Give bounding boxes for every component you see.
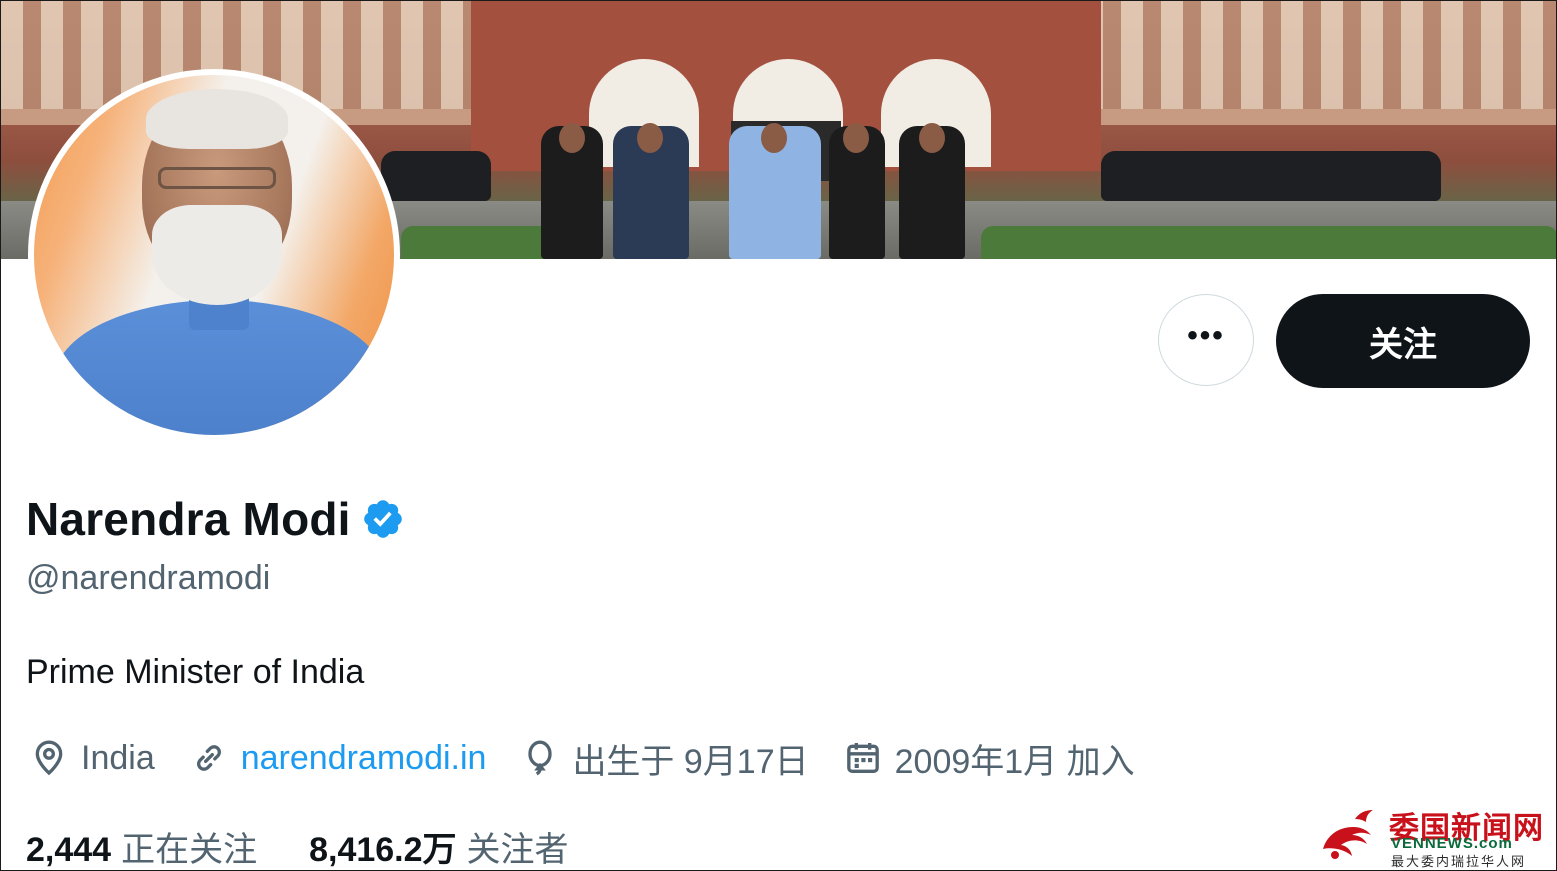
profile-handle: @narendramodi bbox=[26, 559, 271, 597]
follow-button[interactable]: 关注 bbox=[1276, 294, 1530, 388]
location-text: India bbox=[81, 738, 155, 777]
watermark-domain: VENNEWS.com bbox=[1391, 835, 1513, 852]
display-name: Narendra Modi bbox=[26, 493, 351, 545]
more-dots-icon: ••• bbox=[1187, 319, 1225, 352]
profile-bio: Prime Minister of India bbox=[26, 653, 365, 691]
birthday-item: 出生于 9月17日 bbox=[520, 734, 809, 783]
vennews-watermark: 委国新闻网 VENNEWS.com 最大委内瑞拉华人网 bbox=[1315, 801, 1555, 870]
followers-label: 关注者 bbox=[466, 830, 569, 869]
website-item[interactable]: narendramodi.in bbox=[189, 738, 487, 778]
verified-badge-icon[interactable] bbox=[361, 497, 405, 541]
map-pin-icon bbox=[35, 740, 63, 776]
link-icon bbox=[196, 745, 221, 771]
joined-item: 2009年1月 加入 bbox=[843, 734, 1135, 783]
followers-count: 8,416.2万 bbox=[309, 830, 457, 869]
followers-stat[interactable]: 8,416.2万 关注者 bbox=[309, 822, 568, 871]
location-item: India bbox=[29, 738, 155, 778]
calendar-icon bbox=[846, 743, 879, 773]
following-stat[interactable]: 2,444 正在关注 bbox=[26, 822, 257, 871]
watermark-subtitle: 最大委内瑞拉华人网 bbox=[1391, 855, 1527, 870]
birthday-text: 出生于 9月17日 bbox=[572, 742, 809, 781]
profile-name-row: Narendra Modi bbox=[26, 491, 405, 547]
joined-text: 2009年1月 加入 bbox=[894, 742, 1135, 781]
balloon-icon bbox=[528, 740, 553, 776]
following-count: 2,444 bbox=[26, 830, 112, 869]
profile-meta-row: India narendramodi.in 出生于 9月17日 2009年1月 … bbox=[29, 733, 1169, 783]
following-label: 正在关注 bbox=[121, 830, 258, 869]
more-options-button[interactable]: ••• bbox=[1158, 294, 1254, 386]
dragon-logo-icon bbox=[1323, 810, 1373, 859]
website-link[interactable]: narendramodi.in bbox=[241, 739, 487, 778]
profile-page: ••• 关注 Narendra Modi @narendramodi Prime… bbox=[0, 0, 1557, 871]
profile-avatar[interactable] bbox=[28, 69, 400, 441]
profile-stats-row: 2,444 正在关注 8,416.2万 关注者 bbox=[26, 823, 621, 869]
